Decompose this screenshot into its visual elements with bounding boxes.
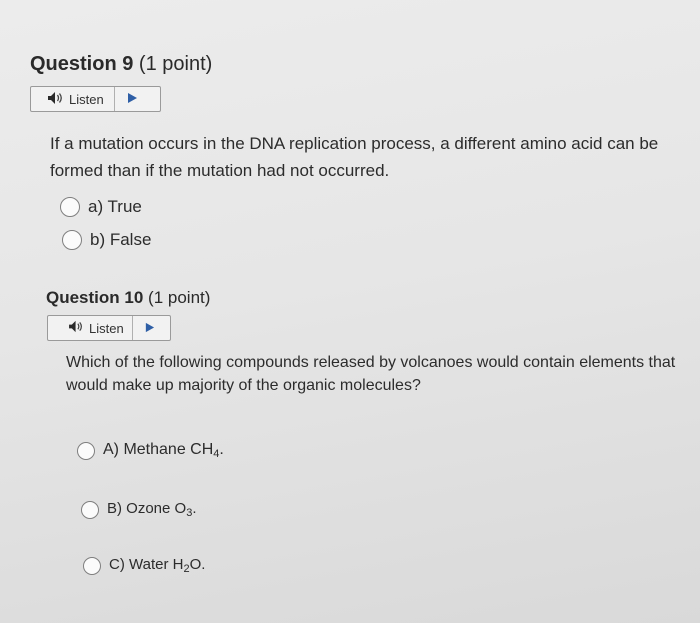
listen-button[interactable]: Listen [31,87,115,111]
option-label: a) True [88,197,142,216]
question-10-text: Which of the following compounds release… [66,354,676,394]
question-10-number: Question 10 [46,288,144,307]
play-button[interactable] [133,316,167,340]
question-9-listen-widget: Listen [30,86,161,112]
question-10-option-b[interactable]: B) Ozone O3. [81,500,197,519]
question-10-points: (1 point) [148,288,211,307]
listen-label: Listen [89,320,124,336]
radio-button[interactable] [83,556,101,575]
question-10-title: Question 10 (1 point) [46,288,210,308]
listen-label: Listen [69,91,104,107]
option-label: b) False [90,230,152,249]
listen-button[interactable]: Listen [48,316,133,340]
speaker-icon [68,320,85,336]
question-9-option-a[interactable]: a) True [60,197,142,217]
question-9-points: (1 point) [138,53,213,75]
question-10-option-c[interactable]: C) Water H2O. [83,556,205,575]
question-10-option-a[interactable]: A) Methane CH4. [77,441,224,460]
radio-button[interactable] [81,500,99,519]
play-icon [144,321,155,336]
question-9-title: Question 9 (1 point) [30,53,212,76]
option-label: A) Methane CH4. [103,441,224,460]
question-10-listen-widget: Listen [47,315,171,341]
option-label: B) Ozone O3. [107,500,197,519]
radio-button[interactable] [60,197,80,217]
question-9-text: If a mutation occurs in the DNA replicat… [50,134,659,180]
radio-button[interactable] [62,230,82,250]
speaker-icon [47,91,65,108]
question-9-number: Question 9 [30,53,134,75]
option-label: C) Water H2O. [109,556,206,575]
play-button[interactable] [115,87,149,111]
radio-button[interactable] [77,441,95,460]
play-icon [126,92,138,107]
question-9-option-b[interactable]: b) False [62,230,151,250]
